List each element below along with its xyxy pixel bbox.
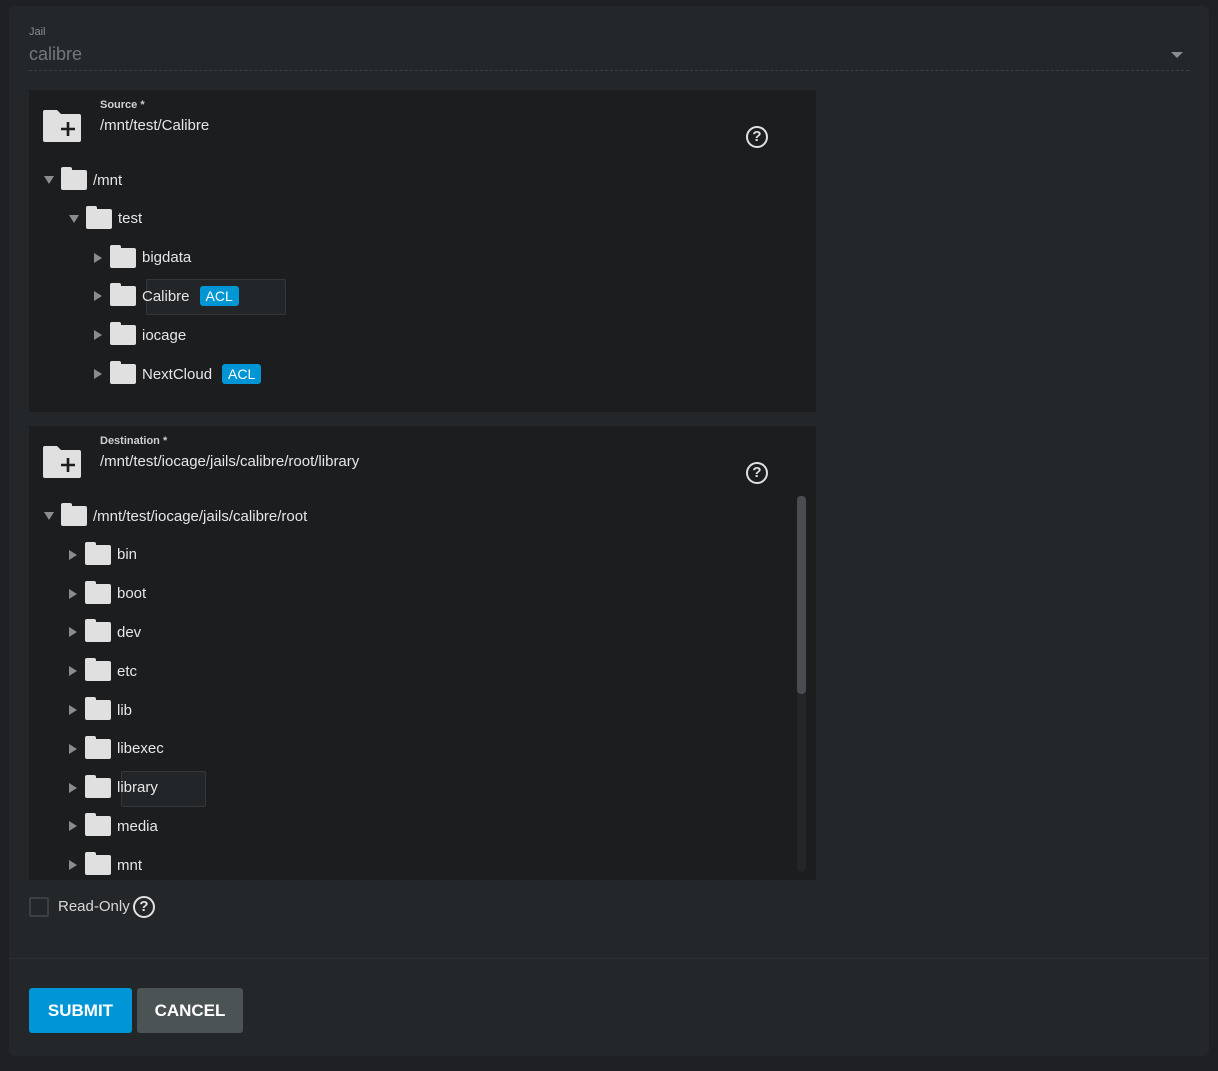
tree-node-label[interactable]: iocage bbox=[142, 327, 186, 344]
tree-node[interactable]: mnt bbox=[69, 849, 142, 880]
mount-form: Jail calibre Source * /mnt/test/Calibre … bbox=[9, 6, 1209, 1056]
tree-node-label[interactable]: dev bbox=[117, 624, 141, 641]
tree-node[interactable]: /mnt/test/iocage/jails/calibre/root bbox=[44, 500, 307, 532]
tree-node-label[interactable]: bigdata bbox=[142, 249, 191, 266]
tree-node[interactable]: /mnt bbox=[44, 164, 122, 196]
folder-icon bbox=[110, 283, 136, 307]
caret-right-icon[interactable] bbox=[94, 291, 102, 302]
scrollbar-thumb[interactable] bbox=[797, 496, 806, 694]
tree-node-label[interactable]: mnt bbox=[117, 857, 142, 874]
tree-node-label[interactable]: library bbox=[117, 779, 158, 796]
help-icon[interactable]: ? bbox=[746, 126, 768, 148]
tree-node-label[interactable]: /mnt bbox=[93, 172, 122, 189]
caret-right-icon[interactable] bbox=[69, 627, 77, 638]
folder-icon bbox=[85, 735, 111, 759]
caret-right-icon[interactable] bbox=[69, 705, 77, 715]
jail-select[interactable]: calibre bbox=[29, 44, 82, 65]
tree-node-label[interactable]: boot bbox=[117, 585, 146, 602]
tree-node[interactable]: media bbox=[69, 810, 158, 842]
tree-node[interactable]: lib bbox=[69, 694, 132, 726]
read-only-checkbox[interactable] bbox=[29, 897, 49, 917]
folder-icon bbox=[110, 361, 136, 384]
tree-node-label[interactable]: /mnt/test/iocage/jails/calibre/root bbox=[93, 508, 307, 525]
caret-down-icon[interactable] bbox=[69, 214, 79, 223]
tree-node[interactable]: test bbox=[69, 203, 142, 235]
folder-icon bbox=[61, 503, 87, 526]
folder-icon bbox=[85, 813, 111, 837]
create-folder-icon[interactable] bbox=[43, 110, 81, 142]
caret-right-icon[interactable] bbox=[69, 782, 77, 793]
caret-right-icon[interactable] bbox=[69, 743, 77, 754]
create-folder-icon[interactable] bbox=[43, 446, 81, 478]
caret-right-icon[interactable] bbox=[69, 666, 77, 677]
tree-node[interactable]: bigdata bbox=[94, 242, 191, 274]
tree-node-label[interactable]: NextCloud bbox=[142, 366, 212, 383]
tree-node-label[interactable]: bin bbox=[117, 546, 137, 563]
caret-right-icon[interactable] bbox=[69, 549, 77, 560]
jail-label: Jail bbox=[29, 26, 46, 38]
folder-icon bbox=[85, 774, 111, 798]
source-explorer: Source * /mnt/test/Calibre ? /mnt test big… bbox=[29, 90, 816, 412]
acl-badge: ACL bbox=[199, 286, 239, 307]
folder-icon bbox=[85, 580, 111, 604]
tree-node[interactable]: iocage bbox=[94, 319, 186, 351]
tree-node-label[interactable]: libexec bbox=[117, 740, 164, 757]
tree-node-label[interactable]: test bbox=[118, 210, 142, 227]
folder-icon bbox=[85, 697, 111, 720]
folder-icon bbox=[110, 244, 136, 268]
caret-right-icon[interactable] bbox=[69, 588, 77, 599]
submit-button[interactable]: SUBMIT bbox=[29, 988, 132, 1033]
tree-node[interactable]: bin bbox=[69, 539, 137, 571]
tree-node[interactable]: library bbox=[69, 772, 158, 804]
folder-icon bbox=[85, 852, 111, 876]
folder-icon bbox=[86, 205, 112, 229]
divider bbox=[9, 958, 1209, 959]
caret-right-icon[interactable] bbox=[94, 330, 102, 341]
folder-icon bbox=[85, 541, 111, 565]
tree-node-label[interactable]: lib bbox=[117, 702, 132, 719]
help-icon[interactable]: ? bbox=[746, 462, 768, 484]
caret-right-icon[interactable] bbox=[69, 821, 77, 832]
jail-underline bbox=[29, 70, 1189, 71]
tree-node[interactable]: Calibre ACL bbox=[94, 280, 239, 312]
folder-icon bbox=[85, 658, 111, 682]
acl-badge: ACL bbox=[222, 364, 262, 384]
tree-node-label[interactable]: Calibre bbox=[142, 288, 190, 305]
read-only-label[interactable]: Read-Only bbox=[58, 898, 130, 915]
tree-node-label[interactable]: media bbox=[117, 818, 158, 835]
tree-node[interactable]: dev bbox=[69, 616, 141, 648]
tree-node-label[interactable]: etc bbox=[117, 663, 137, 680]
tree-node[interactable]: boot bbox=[69, 578, 146, 610]
scrollbar[interactable] bbox=[797, 496, 806, 872]
caret-right-icon[interactable] bbox=[94, 369, 102, 379]
caret-right-icon[interactable] bbox=[94, 252, 102, 263]
tree-node[interactable]: libexec bbox=[69, 733, 164, 765]
destination-label: Destination * bbox=[100, 435, 168, 447]
destination-explorer: Destination * /mnt/test/iocage/jails/cal… bbox=[29, 426, 816, 880]
tree-node[interactable]: etc bbox=[69, 655, 137, 687]
caret-down-icon[interactable] bbox=[44, 512, 54, 520]
caret-right-icon[interactable] bbox=[69, 860, 77, 871]
folder-icon bbox=[61, 167, 87, 190]
help-icon[interactable]: ? bbox=[133, 896, 155, 918]
chevron-down-icon[interactable] bbox=[1171, 52, 1183, 58]
destination-input[interactable]: /mnt/test/iocage/jails/calibre/root/libr… bbox=[100, 453, 359, 470]
folder-icon bbox=[110, 322, 136, 346]
folder-icon bbox=[85, 619, 111, 643]
cancel-button[interactable]: CANCEL bbox=[137, 988, 243, 1033]
caret-down-icon[interactable] bbox=[44, 176, 54, 184]
source-label: Source * bbox=[100, 99, 145, 111]
tree-node[interactable]: NextCloud ACL bbox=[94, 358, 262, 390]
source-input[interactable]: /mnt/test/Calibre bbox=[100, 117, 209, 134]
